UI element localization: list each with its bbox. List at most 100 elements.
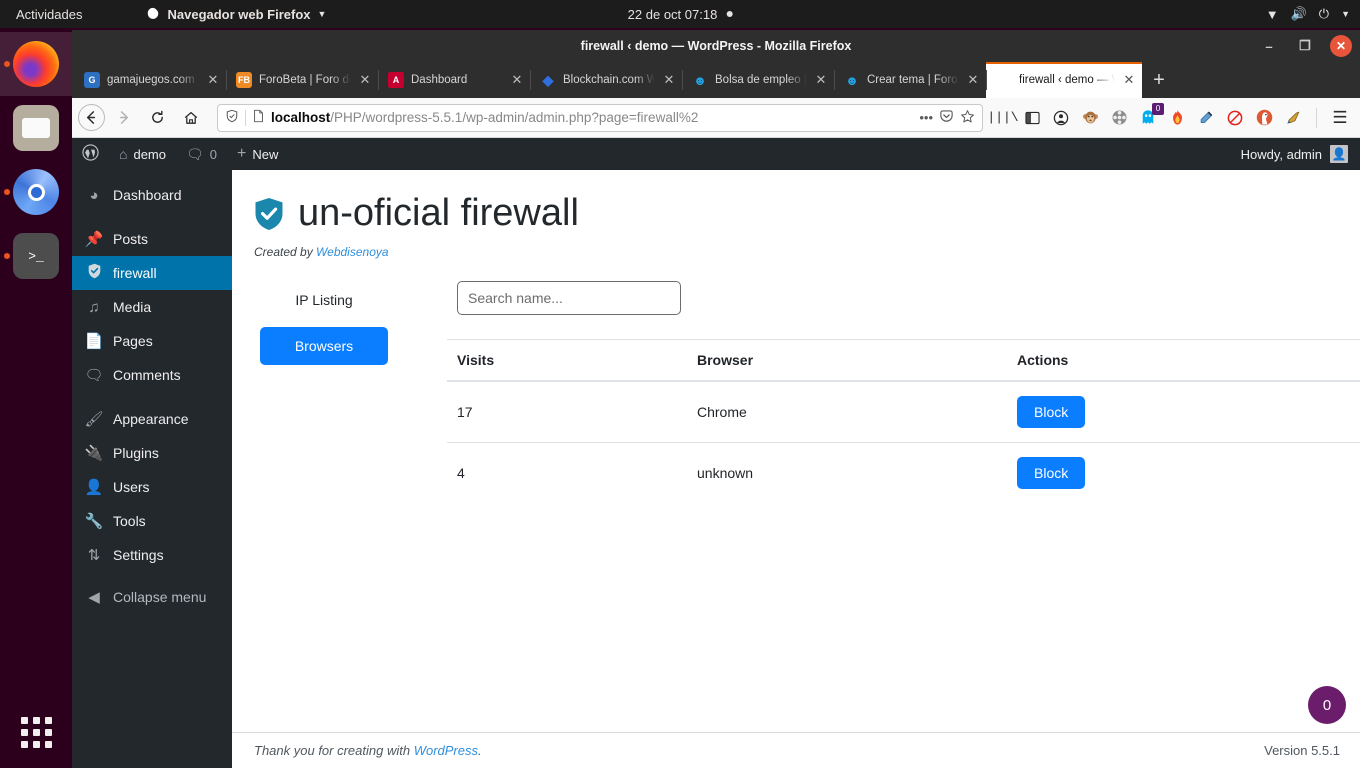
tab-close-icon[interactable]: ✕	[510, 72, 524, 88]
sidebar-item-comments[interactable]: 🗨 Comments	[72, 358, 232, 392]
page-info-icon[interactable]	[252, 109, 265, 126]
extensions-toolbar: |||\ 0 ☰	[987, 102, 1354, 128]
app-menu-firefox[interactable]: Navegador web Firefox ▼	[146, 7, 326, 22]
wordpress-link[interactable]: WordPress	[414, 743, 478, 758]
flame-icon[interactable]	[1167, 108, 1187, 128]
new-tab-button[interactable]: +	[1142, 62, 1176, 98]
credit-link[interactable]: Webdisenoya	[316, 245, 389, 259]
home-button[interactable]	[175, 103, 207, 133]
howdy-label: Howdy, admin	[1240, 146, 1322, 162]
sidebar-item-tools[interactable]: 🔧 Tools	[72, 504, 232, 538]
dock-item-chromium[interactable]	[0, 160, 72, 224]
url-host: localhost	[271, 110, 331, 125]
sidebar-item-appearance[interactable]: 🖌 Appearance	[72, 402, 232, 436]
forward-button[interactable]	[107, 103, 139, 133]
cell-actions: Block	[1009, 380, 1360, 443]
system-tray[interactable]: ▼ 🔊 ⏻ ▼	[1266, 6, 1350, 22]
url-separator	[245, 109, 246, 126]
sidebar-item-plugins[interactable]: 🔌 Plugins	[72, 436, 232, 470]
comment-icon: 🗨	[84, 367, 104, 384]
tab-close-icon[interactable]: ✕	[814, 72, 828, 88]
sidebar-item-settings[interactable]: ⇅ Settings	[72, 538, 232, 572]
browser-tab[interactable]: ☻ Crear tema | Foro ✕	[834, 62, 986, 98]
pin-icon: 📌	[84, 231, 104, 248]
files-folder-icon	[13, 105, 59, 151]
tab-close-icon[interactable]: ✕	[1122, 72, 1136, 88]
adblock-icon[interactable]	[1225, 108, 1245, 128]
collapse-menu-button[interactable]: ◀ Collapse menu	[72, 580, 232, 614]
volume-icon: 🔊	[1290, 6, 1307, 21]
page-title-text: un-oficial firewall	[298, 192, 579, 234]
block-button[interactable]: Block	[1017, 396, 1086, 428]
forobeta-favicon-icon: FB	[236, 72, 252, 88]
browser-tab[interactable]: FB ForoBeta | Foro de ✕	[226, 62, 378, 98]
dock-item-terminal[interactable]: >_	[0, 224, 72, 288]
browser-tab[interactable]: ◆ Blockchain.com W ✕	[530, 62, 682, 98]
plugin-credit: Created by Webdisenoya	[254, 245, 1360, 259]
activities-button[interactable]: Actividades	[0, 7, 98, 22]
sidebar-item-pages[interactable]: 📄 Pages	[72, 324, 232, 358]
sidebar-item-posts[interactable]: 📌 Posts	[72, 222, 232, 256]
toolbar-separator	[1316, 107, 1317, 128]
comments-button[interactable]: 🗨 0	[176, 138, 227, 170]
sidebar-item-media[interactable]: ♫ Media	[72, 290, 232, 324]
maximize-button[interactable]: ❐	[1294, 35, 1316, 57]
tab-ip-listing[interactable]: IP Listing	[260, 281, 388, 319]
duckduckgo-icon[interactable]	[1254, 108, 1274, 128]
sidebar-item-label: Dashboard	[113, 187, 182, 203]
dock-item-files[interactable]	[0, 96, 72, 160]
pocket-icon[interactable]	[939, 109, 954, 127]
floating-counter-badge[interactable]: 0	[1308, 686, 1346, 724]
collapse-menu-label: Collapse menu	[113, 589, 207, 605]
tracking-protection-shield-icon[interactable]	[225, 109, 239, 126]
dock-item-firefox[interactable]	[0, 32, 72, 96]
sidebar-icon[interactable]	[1022, 108, 1042, 128]
account-icon[interactable]	[1051, 108, 1071, 128]
page-title: un-oficial firewall	[254, 192, 1360, 235]
pencil-highlight-icon[interactable]	[1283, 108, 1303, 128]
wifi-icon: ▼	[1265, 6, 1279, 22]
url-bar[interactable]: localhost/PHP/wordpress-5.5.1/wp-admin/a…	[217, 103, 983, 132]
star-icon[interactable]	[960, 109, 975, 127]
tab-browsers[interactable]: Browsers	[260, 327, 388, 365]
sidebar-item-label: Comments	[113, 367, 181, 383]
close-button[interactable]: ✕	[1330, 35, 1352, 57]
window-title: firewall ‹ demo — WordPress - Mozilla Fi…	[580, 39, 852, 53]
ghostery-icon[interactable]: 0	[1138, 102, 1164, 128]
my-account-menu[interactable]: Howdy, admin 👤	[1241, 145, 1360, 163]
tab-close-icon[interactable]: ✕	[662, 72, 676, 88]
sidebar-item-firewall[interactable]: firewall	[72, 256, 240, 290]
firefox-window: firewall ‹ demo — WordPress - Mozilla Fi…	[72, 30, 1360, 768]
wp-logo-button[interactable]	[72, 138, 109, 170]
block-button[interactable]: Block	[1017, 457, 1086, 489]
page-actions-icon[interactable]: •••	[919, 110, 933, 125]
new-content-button[interactable]: + New	[227, 138, 288, 170]
browsers-table: Visits Browser Actions 17 Chrome Block 4…	[447, 339, 1360, 503]
monkey-extension-icon[interactable]	[1080, 108, 1100, 128]
tab-close-icon[interactable]: ✕	[358, 72, 372, 88]
tab-close-icon[interactable]: ✕	[206, 72, 220, 88]
browser-tab[interactable]: A Dashboard ✕	[378, 62, 530, 98]
table-header: Visits Browser Actions	[447, 339, 1360, 382]
film-reel-icon[interactable]	[1109, 108, 1129, 128]
browser-tab[interactable]: ☻ Bolsa de empleo | ✕	[682, 62, 834, 98]
sidebar-item-users[interactable]: 👤 Users	[72, 470, 232, 504]
forobeta-alien-favicon-icon: ☻	[845, 72, 859, 88]
reload-button[interactable]	[141, 103, 173, 133]
search-input[interactable]	[457, 281, 681, 315]
show-applications-button[interactable]	[0, 704, 72, 760]
library-icon[interactable]: |||\	[987, 108, 1018, 128]
back-button[interactable]	[78, 104, 105, 131]
plugin-header: un-oficial firewall Created by Webdiseno…	[232, 170, 1360, 259]
tab-close-icon[interactable]: ✕	[966, 72, 980, 88]
browser-tab[interactable]: G gamajuegos.com - ✕	[74, 62, 226, 98]
hamburger-menu-icon[interactable]: ☰	[1330, 108, 1350, 128]
sidebar-item-label: Tools	[113, 513, 146, 529]
site-name-button[interactable]: ⌂ demo	[109, 138, 176, 170]
colorpicker-icon[interactable]	[1196, 108, 1216, 128]
footer-thanks-suffix: .	[478, 743, 482, 758]
clock-button[interactable]: 22 de oct 07:18	[628, 7, 733, 22]
browser-tab-active[interactable]: firewall ‹ demo — Wo ✕	[986, 62, 1142, 98]
minimize-button[interactable]: –	[1258, 35, 1280, 57]
sidebar-item-dashboard[interactable]: ◕ Dashboard	[72, 178, 232, 212]
